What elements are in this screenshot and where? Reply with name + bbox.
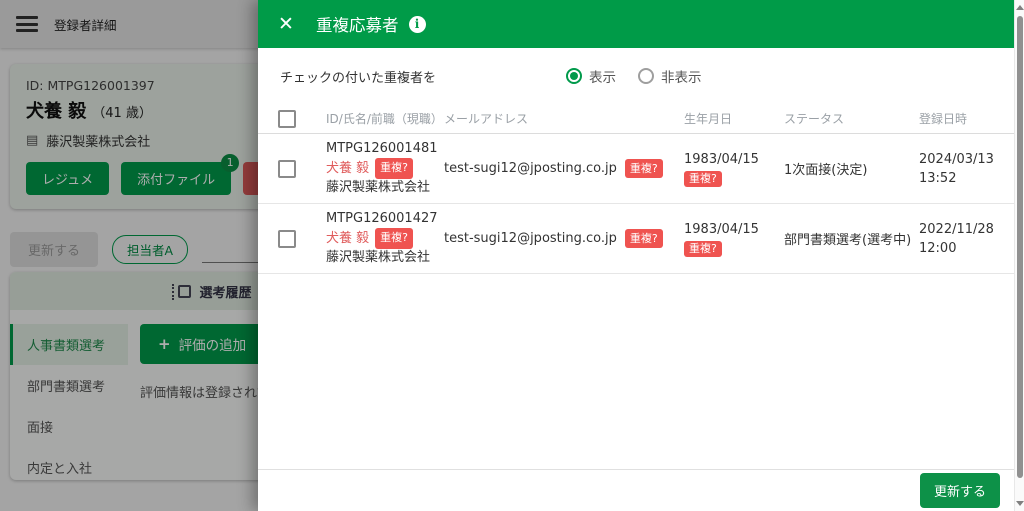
scroll-down-arrow-icon[interactable] bbox=[1016, 501, 1024, 506]
row-email: test-sugi12@jposting.co.jp bbox=[444, 161, 617, 176]
row-email: test-sugi12@jposting.co.jp bbox=[444, 231, 617, 246]
table-header-row: ID/氏名/前職（現職） メールアドレス 生年月日 ステータス 登録日時 bbox=[258, 104, 1014, 134]
close-icon[interactable]: ✕ bbox=[278, 13, 304, 35]
radio-selected-icon bbox=[566, 68, 583, 84]
row-status: 部門書類選考(選考中) bbox=[784, 233, 912, 248]
duplicate-badge: 重複? bbox=[375, 228, 413, 249]
col-header-status: ステータス bbox=[784, 112, 845, 126]
col-header-id: ID/氏名/前職（現職） bbox=[326, 112, 443, 126]
duplicate-badge: 重複? bbox=[624, 229, 663, 248]
row-name-link[interactable]: 犬養 毅 bbox=[326, 160, 369, 178]
modal-header: ✕ 重複応募者 i bbox=[258, 0, 1014, 48]
row-birthdate: 1983/04/15 bbox=[684, 151, 759, 167]
duplicate-badge: 重複? bbox=[684, 240, 722, 257]
scrollbar-thumb[interactable] bbox=[1017, 16, 1023, 478]
select-all-checkbox[interactable] bbox=[278, 109, 296, 128]
row-registered-time: 13:52 bbox=[919, 170, 957, 186]
radio-hide[interactable]: 非表示 bbox=[638, 66, 702, 86]
update-button[interactable]: 更新する bbox=[919, 473, 1000, 508]
scroll-up-arrow-icon[interactable] bbox=[1016, 5, 1024, 10]
info-icon[interactable]: i bbox=[408, 15, 426, 33]
modal-title: 重複応募者 bbox=[316, 16, 399, 35]
row-checkbox[interactable] bbox=[278, 159, 296, 178]
duplicate-badge: 重複? bbox=[375, 158, 413, 179]
col-header-registered: 登録日時 bbox=[919, 112, 968, 126]
row-name-link[interactable]: 犬養 毅 bbox=[326, 230, 369, 248]
table-row: MTPG126001481 犬養 毅 重複? 藤沢製薬株式会社 test-sug… bbox=[258, 134, 1014, 204]
vertical-scrollbar[interactable] bbox=[1014, 0, 1024, 511]
duplicate-applicants-modal: ✕ 重複応募者 i チェックの付いた重複者を 表示 非表示 ID/氏名/前職（現… bbox=[258, 0, 1014, 511]
row-id: MTPG126001427 bbox=[326, 211, 438, 226]
row-id: MTPG126001481 bbox=[326, 141, 438, 156]
col-header-birthdate: 生年月日 bbox=[684, 112, 733, 126]
duplicate-badge: 重複? bbox=[684, 170, 722, 187]
row-registered-time: 12:00 bbox=[919, 240, 957, 256]
col-header-email: メールアドレス bbox=[444, 112, 529, 126]
radio-unselected-icon bbox=[638, 68, 655, 84]
row-birthdate: 1983/04/15 bbox=[684, 221, 759, 237]
radio-show[interactable]: 表示 bbox=[566, 66, 616, 86]
duplicate-filter-row: チェックの付いた重複者を 表示 非表示 bbox=[258, 48, 1014, 104]
filter-label: チェックの付いた重複者を bbox=[280, 70, 437, 86]
row-checkbox[interactable] bbox=[278, 229, 296, 248]
table-row: MTPG126001427 犬養 毅 重複? 藤沢製薬株式会社 test-sug… bbox=[258, 204, 1014, 274]
modal-footer: 更新する bbox=[258, 469, 1014, 511]
row-company: 藤沢製薬株式会社 bbox=[326, 180, 431, 195]
duplicate-badge: 重複? bbox=[624, 159, 663, 178]
row-registered-date: 2022/11/28 bbox=[919, 221, 994, 237]
row-registered-date: 2024/03/13 bbox=[919, 151, 994, 167]
duplicates-table: ID/氏名/前職（現職） メールアドレス 生年月日 ステータス 登録日時 MTP… bbox=[258, 104, 1014, 469]
row-status: 1次面接(決定) bbox=[784, 163, 868, 178]
row-company: 藤沢製薬株式会社 bbox=[326, 250, 431, 265]
